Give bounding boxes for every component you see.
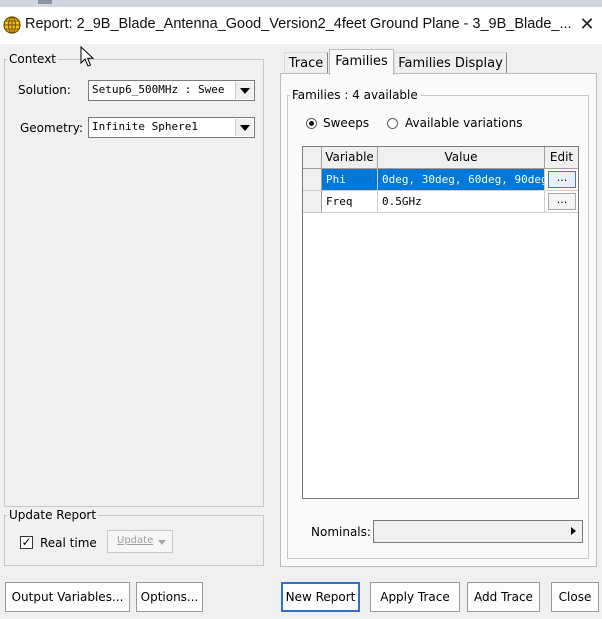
close-button[interactable]: Close — [551, 582, 599, 612]
nominals-arrow-icon[interactable] — [571, 527, 576, 535]
output-variables-button[interactable]: Output Variables... — [5, 582, 130, 612]
geometry-label: Geometry: — [20, 121, 84, 135]
solution-value: Setup6_500MHz : Swee — [92, 83, 225, 96]
edit-cell-freq: ... — [545, 191, 578, 213]
apply-trace-button[interactable]: Apply Trace — [370, 582, 460, 612]
add-trace-button[interactable]: Add Trace — [467, 582, 540, 612]
geometry-dropdown-arrow-icon[interactable] — [235, 119, 253, 136]
report-dialog: Context Solution: Setup6_500MHz : Swee G… — [0, 44, 602, 619]
variable-cell-freq[interactable]: Freq — [322, 191, 378, 213]
mouse-cursor-icon — [80, 46, 95, 67]
update-split-arrow-icon — [158, 540, 166, 545]
strip-marker — [38, 0, 52, 4]
row-header[interactable] — [303, 191, 322, 213]
sweeps-radio[interactable] — [306, 118, 317, 129]
tab-families[interactable]: Families — [329, 49, 394, 75]
update-report-group-label: Update Report — [9, 508, 97, 522]
edit-freq-button[interactable]: ... — [548, 193, 576, 210]
solution-dropdown-arrow-icon[interactable] — [235, 82, 253, 99]
available-variations-label: Available variations — [405, 116, 523, 130]
column-header-edit[interactable]: Edit — [545, 147, 578, 169]
table-corner-header — [303, 147, 322, 169]
geometry-select[interactable]: Infinite Sphere1 — [88, 117, 255, 138]
new-report-button[interactable]: New Report — [281, 582, 360, 612]
parent-window-strip — [0, 0, 602, 7]
value-cell-freq[interactable]: 0.5GHz — [378, 191, 545, 213]
available-variations-radio[interactable] — [387, 118, 398, 129]
geometry-value: Infinite Sphere1 — [92, 120, 198, 133]
nominals-label: Nominals: — [311, 525, 371, 539]
column-header-value[interactable]: Value — [378, 147, 545, 169]
edit-phi-button[interactable]: ... — [548, 171, 576, 188]
column-header-variable[interactable]: Variable — [322, 147, 378, 169]
variable-cell-phi[interactable]: Phi — [322, 169, 378, 191]
families-group-label: Families : 4 available — [292, 88, 418, 102]
realtime-checkbox[interactable]: ✓ — [20, 536, 33, 549]
tab-trace[interactable]: Trace — [284, 52, 328, 74]
tab-families-display[interactable]: Families Display — [394, 52, 507, 74]
globe-crosshair-icon — [3, 16, 21, 34]
sweeps-radio-label: Sweeps — [323, 116, 370, 130]
realtime-label: Real time — [40, 536, 97, 550]
window-title: Report: 2_9B_Blade_Antenna_Good_Version2… — [25, 16, 572, 32]
title-bar[interactable]: Report: 2_9B_Blade_Antenna_Good_Version2… — [0, 7, 602, 44]
value-cell-phi[interactable]: 0deg, 30deg, 60deg, 90deg — [378, 169, 545, 191]
options-button[interactable]: Options... — [136, 582, 203, 612]
edit-cell-phi: ... — [545, 169, 578, 191]
update-button[interactable]: Update — [107, 530, 173, 553]
solution-label: Solution: — [18, 83, 71, 97]
solution-select[interactable]: Setup6_500MHz : Swee — [88, 80, 255, 101]
update-button-label: Update — [117, 535, 154, 546]
context-group-label: Context — [9, 52, 57, 66]
row-header[interactable] — [303, 169, 322, 191]
nominals-select[interactable] — [373, 520, 583, 543]
families-table: Variable Value Edit Phi 0deg, 30deg, 60d… — [302, 146, 579, 499]
close-window-button[interactable]: ✕ — [576, 13, 598, 37]
